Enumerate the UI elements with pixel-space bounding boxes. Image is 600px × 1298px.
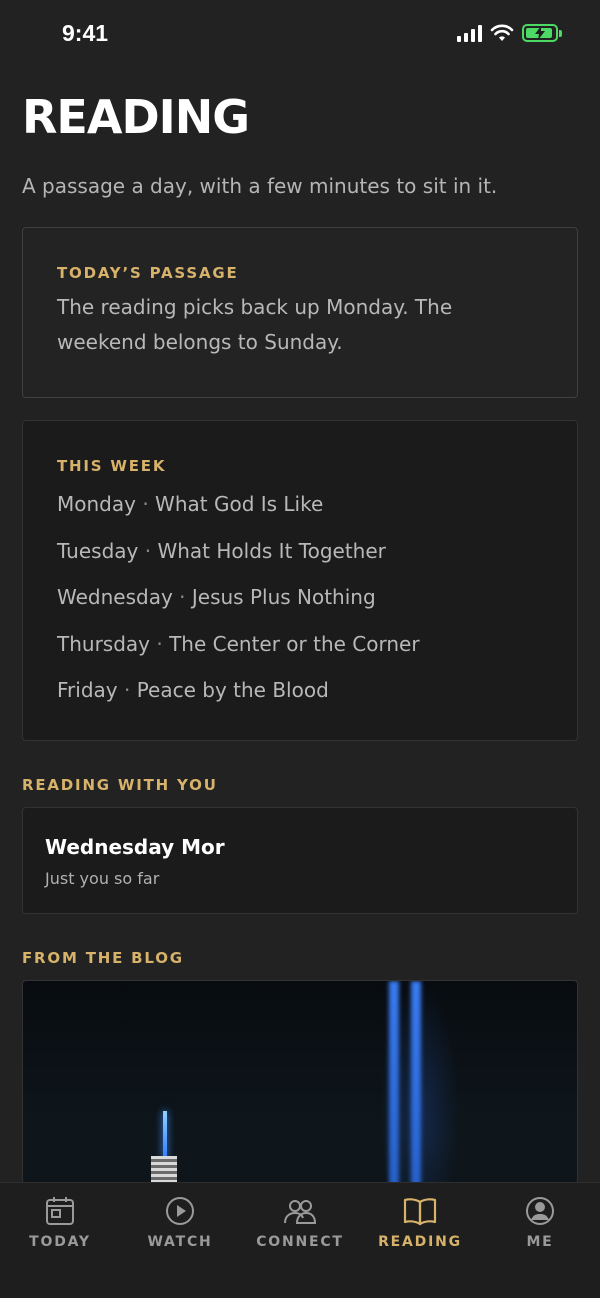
this-week-label: THIS WEEK bbox=[57, 457, 167, 475]
todays-passage-label: TODAY’S PASSAGE bbox=[57, 264, 239, 282]
tab-watch[interactable]: WATCH bbox=[120, 1183, 240, 1298]
this-week-list: Monday · What God Is Like Tuesday · What… bbox=[57, 481, 543, 714]
week-day: Thursday bbox=[57, 631, 150, 656]
separator: · bbox=[179, 585, 186, 609]
from-the-blog-label: FROM THE BLOG bbox=[22, 949, 184, 967]
status-icons bbox=[457, 24, 562, 42]
people-icon bbox=[283, 1194, 317, 1228]
status-time: 9:41 bbox=[62, 20, 109, 46]
week-title: The Center or the Corner bbox=[169, 631, 420, 656]
tab-reading[interactable]: READING bbox=[360, 1183, 480, 1298]
page-subtitle: A passage a day, with a few minutes to s… bbox=[22, 174, 498, 198]
tab-bar: TODAY WATCH CONNECT READING ME bbox=[0, 1182, 600, 1298]
week-title: Jesus Plus Nothing bbox=[191, 585, 376, 609]
tab-label: READING bbox=[378, 1234, 462, 1250]
reading-screen: 9:41 READING A passage a day, with a few… bbox=[0, 0, 600, 1298]
todays-passage-line: weekend belongs to Sunday. bbox=[57, 330, 343, 354]
status-bar: 9:41 bbox=[0, 0, 600, 70]
todays-passage-card[interactable]: TODAY’S PASSAGE The reading picks back u… bbox=[22, 227, 578, 398]
week-item-tuesday[interactable]: Tuesday · What Holds It Together bbox=[57, 528, 543, 575]
tab-connect[interactable]: CONNECT bbox=[240, 1183, 360, 1298]
group-name: Wednesday Mor bbox=[45, 835, 225, 859]
group-members: Just you so far bbox=[45, 869, 160, 888]
week-title: What Holds It Together bbox=[157, 538, 386, 563]
page-title: READING bbox=[22, 90, 250, 144]
week-day: Friday bbox=[57, 678, 118, 702]
tab-today[interactable]: TODAY bbox=[0, 1183, 120, 1298]
this-week-card: THIS WEEK Monday · What God Is Like Tues… bbox=[22, 420, 578, 741]
week-item-monday[interactable]: Monday · What God Is Like bbox=[57, 481, 543, 528]
book-icon bbox=[403, 1194, 437, 1228]
week-title: What God Is Like bbox=[155, 492, 324, 516]
separator: · bbox=[156, 631, 163, 656]
profile-icon bbox=[523, 1194, 557, 1228]
tab-label: ME bbox=[526, 1234, 554, 1250]
separator: · bbox=[142, 492, 149, 516]
cellular-signal-icon bbox=[457, 24, 482, 42]
tab-me[interactable]: ME bbox=[480, 1183, 600, 1298]
calendar-icon bbox=[43, 1194, 77, 1228]
todays-passage-line: The reading picks back up Monday. The bbox=[57, 295, 453, 319]
tab-label: CONNECT bbox=[256, 1234, 344, 1250]
tab-label: TODAY bbox=[29, 1234, 91, 1250]
todays-passage-text: The reading picks back up Monday. The we… bbox=[57, 290, 543, 360]
week-day: Tuesday bbox=[57, 538, 139, 563]
week-item-friday[interactable]: Friday · Peace by the Blood bbox=[57, 667, 543, 714]
reading-group-card[interactable]: Wednesday Mor Just you so far bbox=[22, 807, 578, 914]
week-item-thursday[interactable]: Thursday · The Center or the Corner bbox=[57, 621, 543, 668]
week-day: Monday bbox=[57, 492, 136, 516]
separator: · bbox=[123, 678, 131, 702]
week-title: Peace by the Blood bbox=[136, 678, 329, 702]
tab-label: WATCH bbox=[147, 1234, 213, 1250]
tower-spire bbox=[163, 1111, 167, 1159]
week-day: Wednesday bbox=[57, 585, 173, 609]
battery-charging-icon bbox=[522, 24, 558, 42]
week-item-wednesday[interactable]: Wednesday · Jesus Plus Nothing bbox=[57, 574, 543, 621]
reading-with-you-label: READING WITH YOU bbox=[22, 776, 218, 794]
separator: · bbox=[144, 538, 152, 563]
wifi-icon bbox=[490, 24, 514, 41]
play-circle-icon bbox=[163, 1194, 197, 1228]
